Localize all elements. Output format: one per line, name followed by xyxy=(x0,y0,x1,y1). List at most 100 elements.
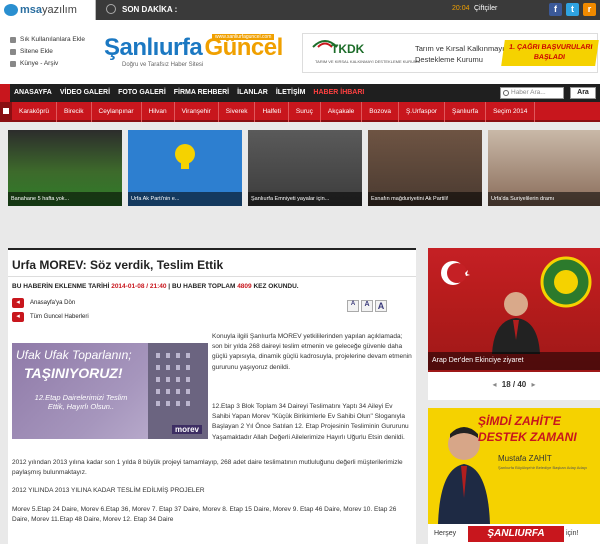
nav-item-home[interactable]: ANASAYFA xyxy=(14,89,52,96)
font-small-button[interactable]: A xyxy=(347,300,359,312)
brand-logo[interactable]: www.sanliurfaguncel.com Şanlıurfa Güncel… xyxy=(104,34,283,68)
image-line-1: Ufak Ufak Toparlanın; xyxy=(16,348,132,362)
star-icon xyxy=(10,36,16,43)
search-icon xyxy=(503,90,509,96)
district-nav: Karaköprü Birecik Ceylanpınar Hilvan Vir… xyxy=(0,102,600,122)
thumb-caption: Şanlıurfa Emniyeti yayalar için... xyxy=(248,192,362,206)
slider-photo[interactable]: Arap Der'den Ekinciye ziyaret xyxy=(428,248,600,372)
article-paragraph-1: Konuyla ilgili Şanlıurfa MOREV yetkilile… xyxy=(212,333,412,371)
main-nav-items: ANASAYFA VİDEO GALERİ FOTO GALERİ FİRMA … xyxy=(14,89,372,96)
twitter-icon[interactable]: t xyxy=(566,3,579,16)
brand-name-part1: Şanlıurfa xyxy=(104,34,203,61)
slider-prev-button[interactable]: ◂ xyxy=(490,380,500,389)
thumb-caption: Esnafın mağduriyetini Ak Partili! xyxy=(368,192,482,206)
article-title: Urfa MOREV: Söz verdik, Teslim Ettik xyxy=(8,250,416,277)
ad-headline-1: ŞİMDİ ZAHİT'E xyxy=(478,414,561,428)
news-thumb[interactable]: Esnafın mağduriyetini Ak Partili! xyxy=(368,130,482,206)
header: Sık Kullanılanlara Ekle Sitene Ekle Küny… xyxy=(0,20,600,84)
font-medium-button[interactable]: A xyxy=(361,300,373,312)
district-item[interactable]: Ceylanpınar xyxy=(92,102,142,122)
article: Urfa MOREV: Söz verdik, Teslim Ettik BU … xyxy=(8,248,416,544)
candidate-name: Mustafa ZAHİT xyxy=(498,454,552,463)
nav-item-ads[interactable]: İLANLAR xyxy=(237,89,268,96)
nav-item-report-news[interactable]: HABER İHBARI xyxy=(313,89,364,96)
header-ad-banner[interactable]: TKDK TARIM VE KIRSAL KALKINMAYI DESTEKLE… xyxy=(302,33,599,73)
thumb-caption: Urfa Ak Parti'nin e... xyxy=(128,192,242,206)
association-emblem-icon xyxy=(540,256,592,308)
district-item[interactable]: Suruç xyxy=(289,102,321,122)
thumb-caption: Banahane 5 hafta yok... xyxy=(8,192,122,206)
district-item[interactable]: Birecik xyxy=(57,102,92,122)
district-item[interactable]: Ş.Urfaspor xyxy=(399,102,446,122)
campaign-ad[interactable]: ŞİMDİ ZAHİT'E DESTEK ZAMANI Mustafa ZAHİ… xyxy=(428,408,600,544)
district-item[interactable]: Bozova xyxy=(362,102,399,122)
district-item[interactable]: Seçim 2014 xyxy=(486,102,536,122)
image-line-2: TAŞINIYORUZ! xyxy=(24,365,123,381)
district-item[interactable]: Karaköprü xyxy=(12,102,57,122)
plus-icon xyxy=(10,48,16,55)
morev-logo: morev xyxy=(171,425,202,434)
breaking-headline-link[interactable]: Çiftçiler xyxy=(474,5,497,12)
add-to-site-link[interactable]: Sitene Ekle xyxy=(10,48,85,55)
facebook-icon[interactable]: f xyxy=(549,3,562,16)
district-item[interactable]: Viranşehir xyxy=(175,102,219,122)
district-item[interactable]: Halfeti xyxy=(255,102,289,122)
slider-next-button[interactable]: ▸ xyxy=(528,380,538,389)
archive-icon xyxy=(10,60,16,67)
person-silhouette xyxy=(492,292,540,354)
candidate-title: Şanlıurfa Büyükşehir Belediye Başkan Ada… xyxy=(498,465,587,470)
district-home-button[interactable] xyxy=(0,102,12,122)
font-large-button[interactable]: A xyxy=(375,300,387,312)
brand-tagline: Doğru ve Tarafsız Haber Sitesi xyxy=(122,62,204,68)
top-bar: msayazılım SON DAKİKA : 20:04 Çiftçiler … xyxy=(0,0,600,20)
archive-link[interactable]: Künye - Arşiv xyxy=(10,60,85,67)
nav-item-directory[interactable]: FİRMA REHBERİ xyxy=(174,89,229,96)
ad-org-sub: TARIM VE KIRSAL KALKINMAYI DESTEKLEME KU… xyxy=(315,59,421,64)
article-paragraph-5: Morev 5.Etap 24 Daire, Morev 6.Etap 36, … xyxy=(12,506,397,524)
breaking-news-label: SON DAKİKA : xyxy=(122,5,178,14)
district-item[interactable]: Hilvan xyxy=(142,102,175,122)
clock-icon xyxy=(106,4,116,14)
thumb-caption: Urfa'da Suriyelilerin dramı xyxy=(488,192,600,206)
brand-url: www.sanliurfaguncel.com xyxy=(212,34,275,40)
ad-org-name: TKDK xyxy=(331,42,365,56)
news-slider: Arap Der'den Ekinciye ziyaret ◂ 18 / 40 … xyxy=(428,248,600,400)
search-button[interactable]: Ara xyxy=(570,87,596,99)
crescent-star-icon xyxy=(441,261,470,285)
news-thumb[interactable]: Banahane 5 hafta yok... xyxy=(8,130,122,206)
nav-item-video[interactable]: VİDEO GALERİ xyxy=(60,89,110,96)
add-favorites-link[interactable]: Sık Kullanılanlara Ekle xyxy=(10,36,85,43)
article-meta: BU HABERİN EKLENME TARİHİ 2014-01-08 / 2… xyxy=(12,283,299,290)
article-date: 2014-01-08 / 21:40 xyxy=(111,283,167,290)
logo-icon xyxy=(4,4,18,16)
header-links: Sık Kullanılanlara Ekle Sitene Ekle Küny… xyxy=(10,36,85,72)
district-item[interactable]: Şanlıurfa xyxy=(445,102,487,122)
search-input[interactable]: Haber Ara... xyxy=(500,87,564,99)
district-item[interactable]: Siverek xyxy=(219,102,256,122)
news-thumb[interactable]: Urfa'da Suriyelilerin dramı xyxy=(488,130,600,206)
breaking-time: 20:04 xyxy=(452,5,470,12)
logo-text: msayazılım xyxy=(20,4,77,16)
all-news-link[interactable]: ◂ Tüm Guncel Haberleri xyxy=(8,310,416,324)
nav-item-contact[interactable]: İLETİŞİM xyxy=(276,89,306,96)
ad-line-2: Destekleme Kurumu xyxy=(415,55,483,64)
nav-home-marker xyxy=(0,84,10,102)
article-paragraph-2: 12.Etap 3 Blok Toplam 34 Daireyi Teslima… xyxy=(212,403,409,441)
ad-headline-2: DESTEK ZAMANI xyxy=(478,430,577,444)
nav-item-photo[interactable]: FOTO GALERİ xyxy=(118,89,166,96)
rss-icon[interactable]: r xyxy=(583,3,596,16)
image-line-3: 12.Etap Dairelerimizi Teslim Ettik, Hayı… xyxy=(34,393,128,411)
ad-badge: 1. ÇAĞRI BAŞVURULARI BAŞLADI xyxy=(501,40,599,66)
back-arrow-icon: ◂ xyxy=(12,312,24,322)
district-nav-items: Karaköprü Birecik Ceylanpınar Hilvan Vir… xyxy=(12,102,536,122)
back-arrow-icon: ◂ xyxy=(12,298,24,308)
ad-line-1: Tarım ve Kırsal Kalkınmayı xyxy=(415,44,505,53)
news-thumb[interactable]: Şanlıurfa Emniyeti yayalar için... xyxy=(248,130,362,206)
news-thumb[interactable]: Urfa Ak Parti'nin e... xyxy=(128,130,242,206)
article-views: 4809 xyxy=(237,283,252,290)
home-icon xyxy=(3,108,9,114)
district-item[interactable]: Akçakale xyxy=(321,102,363,122)
site-logo[interactable]: msayazılım xyxy=(0,0,96,20)
ad-footer: Herşey ŞANLIURFA için! xyxy=(428,524,600,544)
ad-footer-brand: ŞANLIURFA xyxy=(468,526,564,542)
